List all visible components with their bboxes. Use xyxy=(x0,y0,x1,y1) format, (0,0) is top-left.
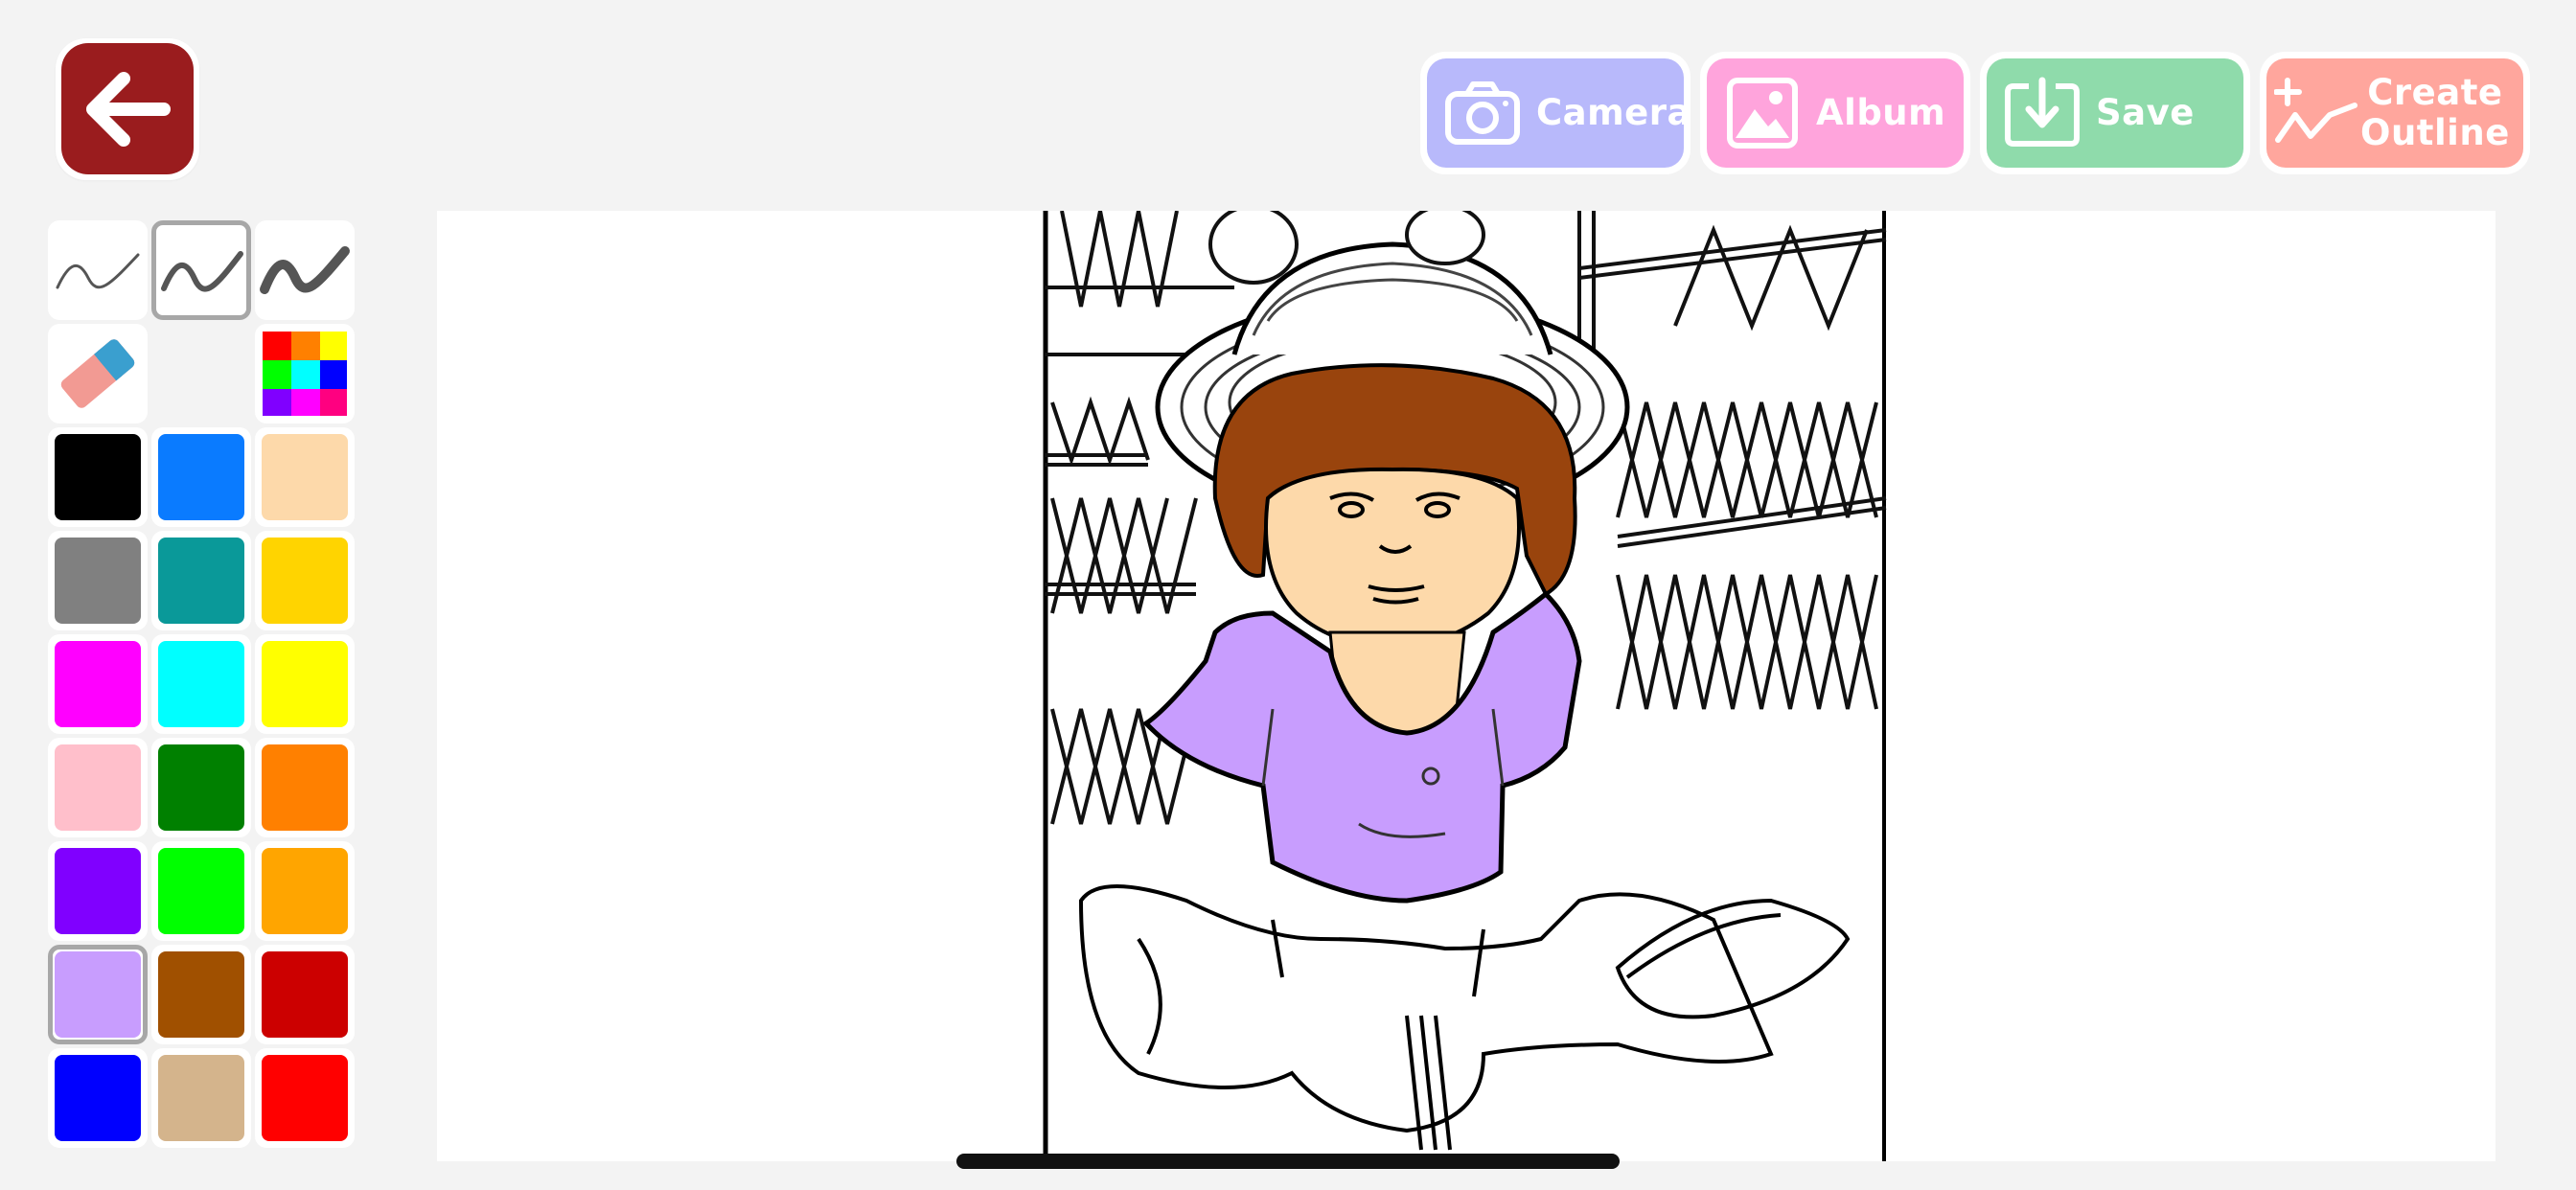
brush-medium-button[interactable] xyxy=(151,220,251,320)
color-swatch-14[interactable] xyxy=(151,841,251,941)
save-button[interactable]: Save xyxy=(1980,52,2250,174)
color-swatch-fill xyxy=(262,951,348,1038)
camera-button[interactable]: Camera xyxy=(1420,52,1690,174)
color-swatch-fill xyxy=(55,1055,141,1141)
color-swatch-fill xyxy=(262,848,348,934)
arrow-left-icon xyxy=(86,71,171,147)
back-button-face xyxy=(61,43,194,174)
color-swatch-fill xyxy=(158,434,244,520)
coloring-image[interactable] xyxy=(1043,211,1888,1161)
color-swatch-4[interactable] xyxy=(48,531,148,630)
outline-drawing xyxy=(1043,211,1888,1161)
color-swatch-10[interactable] xyxy=(48,738,148,837)
color-swatch-fill xyxy=(55,641,141,727)
create-outline-label: Create Outline xyxy=(2360,72,2510,153)
download-icon xyxy=(1998,69,2086,157)
color-swatch-17[interactable] xyxy=(151,945,251,1044)
color-swatch-18[interactable] xyxy=(255,945,355,1044)
back-button[interactable] xyxy=(56,38,199,180)
color-swatch-19[interactable] xyxy=(48,1048,148,1148)
image-icon xyxy=(1718,69,1806,157)
color-swatch-fill xyxy=(158,538,244,624)
color-swatch-fill xyxy=(158,744,244,831)
color-swatch-1[interactable] xyxy=(48,427,148,527)
color-swatch-fill xyxy=(158,641,244,727)
save-button-face: Save xyxy=(1987,58,2243,168)
album-button[interactable]: Album xyxy=(1700,52,1970,174)
color-swatch-fill xyxy=(262,1055,348,1141)
color-swatch-fill xyxy=(158,1055,244,1141)
brush-thin-button[interactable] xyxy=(48,220,148,320)
create-outline-button-face: Create Outline xyxy=(2266,58,2523,168)
color-swatch-3[interactable] xyxy=(255,427,355,527)
eraser-button[interactable] xyxy=(48,324,148,423)
camera-button-face: Camera xyxy=(1427,58,1690,168)
color-swatch-fill xyxy=(262,641,348,727)
create-outline-button[interactable]: Create Outline xyxy=(2260,52,2530,174)
album-button-face: Album xyxy=(1707,58,1964,168)
brush-medium-icon xyxy=(161,251,243,292)
create-outline-icon xyxy=(2272,69,2360,157)
color-swatch-13[interactable] xyxy=(48,841,148,941)
save-label: Save xyxy=(2096,92,2195,133)
home-indicator[interactable] xyxy=(956,1154,1620,1169)
color-swatch-fill xyxy=(262,434,348,520)
brush-thick-icon xyxy=(260,246,350,294)
color-swatch-5[interactable] xyxy=(151,531,251,630)
color-swatch-7[interactable] xyxy=(48,634,148,734)
camera-label: Camera xyxy=(1536,92,1691,133)
color-swatch-fill xyxy=(55,434,141,520)
drawing-canvas[interactable] xyxy=(437,211,2496,1161)
color-swatch-8[interactable] xyxy=(151,634,251,734)
camera-icon xyxy=(1438,69,1527,157)
color-grid-icon xyxy=(263,332,347,416)
color-swatch-fill xyxy=(55,951,141,1038)
color-swatch-15[interactable] xyxy=(255,841,355,941)
color-swatch-fill xyxy=(262,538,348,624)
color-swatch-fill xyxy=(262,744,348,831)
color-swatch-12[interactable] xyxy=(255,738,355,837)
color-swatch-20[interactable] xyxy=(151,1048,251,1148)
color-swatch-fill xyxy=(158,848,244,934)
color-swatch-9[interactable] xyxy=(255,634,355,734)
color-swatch-fill xyxy=(158,951,244,1038)
color-swatch-6[interactable] xyxy=(255,531,355,630)
color-swatch-fill xyxy=(55,744,141,831)
color-swatch-11[interactable] xyxy=(151,738,251,837)
color-swatch-21[interactable] xyxy=(255,1048,355,1148)
brush-thin-icon xyxy=(56,253,140,289)
color-picker-button[interactable] xyxy=(255,324,355,423)
color-swatch-16[interactable] xyxy=(48,945,148,1044)
album-label: Album xyxy=(1816,92,1946,133)
color-swatch-fill xyxy=(55,848,141,934)
brush-thick-button[interactable] xyxy=(255,220,355,320)
color-swatch-fill xyxy=(55,538,141,624)
color-swatch-2[interactable] xyxy=(151,427,251,527)
eraser-icon xyxy=(60,339,135,408)
